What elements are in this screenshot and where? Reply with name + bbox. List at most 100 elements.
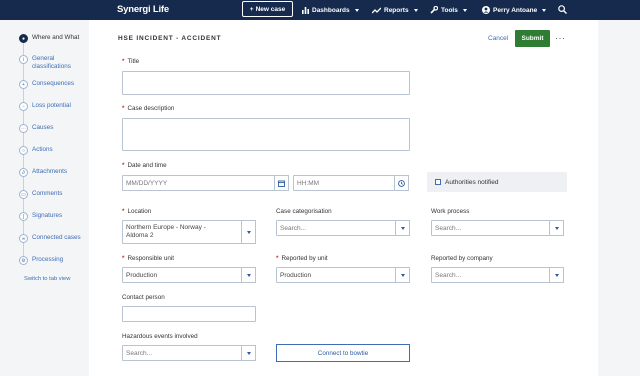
required-marker: *	[122, 208, 125, 215]
description-label-text: Case description	[127, 105, 175, 112]
sidebar-item-label: Causes	[32, 124, 54, 131]
nav-dashboards-label: Dashboards	[312, 6, 350, 14]
required-marker: *	[122, 105, 125, 112]
chevron-down-icon	[413, 8, 418, 12]
new-case-label: New case	[255, 5, 286, 13]
title-input[interactable]	[122, 71, 410, 95]
time-input[interactable]: HH:MM	[293, 175, 395, 191]
chevron-down-icon	[354, 8, 359, 12]
sidebar-item-loss-potential[interactable]: ▫ Loss potential	[19, 102, 71, 111]
title-label-text: Title	[127, 58, 140, 65]
required-marker: *	[122, 162, 125, 169]
contact-person-input[interactable]	[122, 306, 256, 322]
sidebar-item-attachments[interactable]: ∂ Attachments	[19, 168, 67, 177]
sidebar-item-signatures[interactable]: ʃ Signatures	[19, 212, 62, 221]
reported-by-unit-select[interactable]: Production	[276, 267, 410, 283]
title-label: * Title	[122, 58, 139, 65]
sidebar-item-label: Where and What	[32, 34, 80, 41]
nav-tools[interactable]: Tools	[430, 0, 467, 20]
cancel-button[interactable]: Cancel	[488, 35, 508, 42]
reported-by-unit-label: * Reported by unit	[276, 255, 328, 262]
reported-by-unit-dropdown-button[interactable]	[395, 267, 410, 283]
required-marker: *	[276, 255, 279, 262]
datetime-label-text: Date and time	[127, 162, 167, 169]
sidebar-item-where-and-what[interactable]: ● Where and What	[19, 34, 79, 43]
location-select[interactable]: Northern Europe - Norway - Aldoma 2	[122, 220, 256, 244]
date-input[interactable]: MM/DD/YYYY	[122, 175, 275, 191]
wrench-icon	[430, 6, 438, 14]
responsible-unit-dropdown-button[interactable]	[241, 267, 256, 283]
top-navigation-bar: Synergi Life + New case Dashboards Repor…	[0, 0, 640, 20]
user-name: Perry Antoane	[493, 6, 538, 14]
responsible-unit-select[interactable]: Production	[122, 267, 256, 283]
case-categorisation-select[interactable]: Search...	[276, 220, 410, 236]
location-dropdown-button[interactable]	[241, 220, 256, 244]
sidebar-item-comments[interactable]: ▭ Comments	[19, 190, 62, 199]
submit-button[interactable]: Submit	[515, 30, 550, 47]
reported-by-company-select[interactable]: Search...	[431, 267, 564, 283]
sidebar-item-general-classifications[interactable]: i General classifications	[19, 55, 87, 70]
sidebar-item-label: Signatures	[32, 212, 63, 219]
authorities-notified-checkbox[interactable]: Authorities notified	[427, 172, 567, 192]
attachment-icon: ∂	[19, 168, 28, 177]
case-description-textarea[interactable]	[122, 118, 410, 151]
bar-chart-icon	[302, 6, 309, 14]
work-process-dropdown-button[interactable]	[549, 220, 564, 236]
location-value-line2: Aldoma 2	[126, 232, 154, 239]
search-placeholder: Search...	[435, 224, 462, 232]
user-menu[interactable]: Perry Antoane	[482, 0, 547, 20]
sidebar-item-label: General classifications	[32, 55, 71, 70]
sidebar-item-label: Attachments	[32, 168, 67, 175]
nav-reports[interactable]: Reports	[372, 0, 418, 20]
work-process-select[interactable]: Search...	[431, 220, 564, 236]
chevron-down-icon	[462, 8, 467, 12]
calendar-button[interactable]	[274, 175, 289, 191]
reported-by-company-dropdown-button[interactable]	[549, 267, 564, 283]
connect-to-bowtie-button[interactable]: Connect to bowtie	[276, 344, 410, 362]
app-logo[interactable]: Synergi Life	[117, 4, 169, 15]
hazardous-events-dropdown-button[interactable]	[241, 345, 256, 361]
chevron-down-icon	[246, 273, 251, 277]
case-categorisation-label: Case categorisation	[276, 208, 332, 215]
reported-by-company-label: Reported by company	[431, 255, 493, 262]
responsible-unit-label-text: Responsible unit	[127, 255, 175, 262]
sidebar-item-causes[interactable]: ⋯ Causes	[19, 124, 53, 133]
authorities-notified-label: Authorities notified	[445, 178, 499, 186]
actions-icon: ○	[19, 146, 28, 155]
clock-button[interactable]	[394, 175, 409, 191]
processing-icon: ⚙	[19, 256, 28, 265]
trend-line-icon	[372, 7, 381, 13]
hazardous-events-select[interactable]: Search...	[122, 345, 256, 361]
responsible-unit-value: Production	[126, 271, 158, 279]
chevron-down-icon	[542, 8, 547, 12]
date-placeholder: MM/DD/YYYY	[126, 179, 168, 187]
sidebar-item-label: Comments	[32, 190, 63, 197]
search-icon[interactable]	[558, 5, 567, 14]
contact-person-label: Contact person	[122, 294, 165, 301]
chevron-down-icon	[246, 230, 251, 234]
required-marker: *	[122, 58, 125, 65]
search-placeholder: Search...	[280, 224, 307, 232]
nav-tools-label: Tools	[441, 6, 458, 14]
hazardous-events-label: Hazardous events involved	[122, 333, 198, 340]
required-marker: *	[122, 255, 125, 262]
consequences-icon: +	[19, 80, 28, 89]
chevron-down-icon	[400, 273, 405, 277]
time-placeholder: HH:MM	[297, 179, 320, 187]
new-case-button[interactable]: + New case	[242, 1, 293, 17]
signature-icon: ʃ	[19, 212, 28, 221]
more-options-icon[interactable]: ···	[555, 33, 566, 43]
switch-to-tab-view-link[interactable]: Switch to tab view	[24, 276, 70, 282]
sidebar-item-processing[interactable]: ⚙ Processing	[19, 256, 63, 265]
chevron-down-icon	[554, 273, 559, 277]
user-avatar-icon	[482, 6, 490, 14]
case-categorisation-dropdown-button[interactable]	[395, 220, 410, 236]
work-process-label: Work process	[431, 208, 470, 215]
description-label: * Case description	[122, 105, 174, 112]
link-icon: ∞	[19, 234, 28, 243]
sidebar-item-consequences[interactable]: + Consequences	[19, 80, 74, 89]
nav-dashboards[interactable]: Dashboards	[302, 0, 359, 20]
comment-icon: ▭	[19, 190, 28, 199]
sidebar-item-actions[interactable]: ○ Actions	[19, 146, 53, 155]
sidebar-item-connected-cases[interactable]: ∞ Connected cases	[19, 234, 81, 243]
